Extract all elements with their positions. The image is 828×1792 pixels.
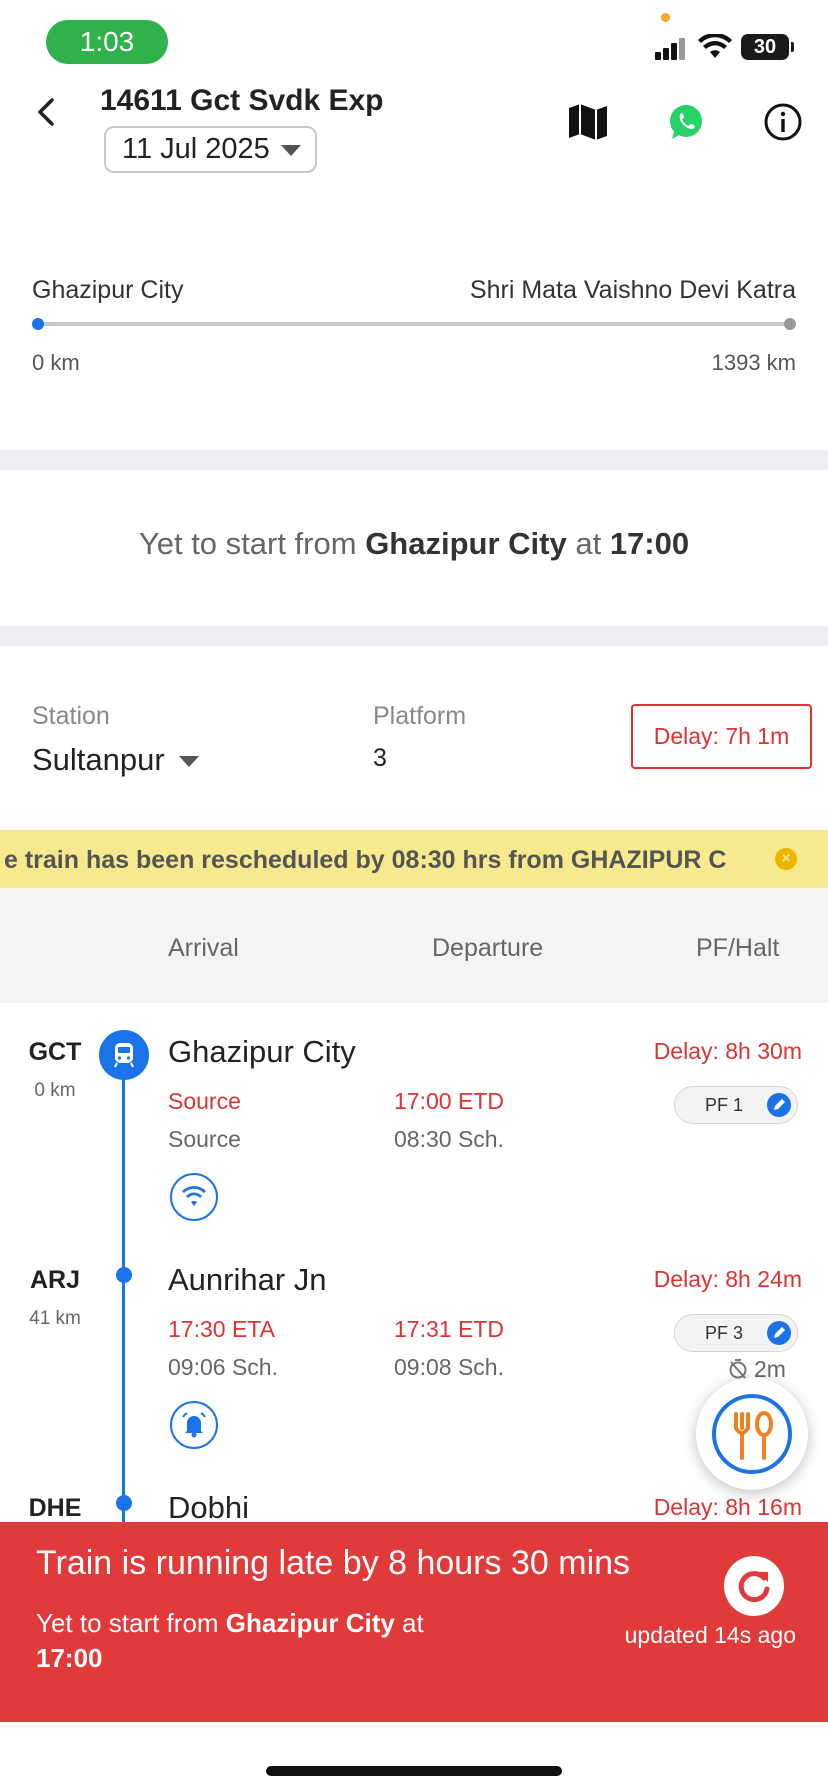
start-message-time: 17:00 xyxy=(609,526,690,561)
wifi-icon xyxy=(698,34,732,58)
route-end-km: 1393 km xyxy=(711,350,796,375)
departure-actual: 17:00 ETD xyxy=(394,1088,504,1114)
subtitle-station: Ghazipur City xyxy=(225,1608,395,1638)
battery-cap xyxy=(791,42,794,52)
arrival-scheduled: Source xyxy=(168,1126,241,1152)
train-title: 14611 Gct Svdk Exp xyxy=(100,84,384,117)
platform-pill[interactable]: PF 3 xyxy=(674,1314,798,1352)
edit-icon[interactable] xyxy=(767,1321,791,1345)
cellular-signal-icon xyxy=(655,36,689,60)
map-icon[interactable] xyxy=(566,102,610,142)
route-start-km: 0 km xyxy=(32,350,80,375)
date-dropdown[interactable]: 11 Jul 2025 xyxy=(104,126,317,173)
timeline-dot xyxy=(116,1267,132,1283)
section-divider xyxy=(0,450,828,470)
refresh-button[interactable] xyxy=(724,1556,784,1616)
subtitle-prefix: Yet to start from xyxy=(36,1608,219,1638)
wifi-icon[interactable] xyxy=(170,1173,218,1221)
route-source: Ghazipur City xyxy=(32,276,184,304)
station-name: Aunrihar Jn xyxy=(168,1262,327,1297)
station-delay: Delay: 8h 16m xyxy=(653,1494,802,1520)
food-order-button[interactable] xyxy=(696,1378,808,1490)
chevron-down-icon xyxy=(281,145,301,156)
privacy-indicator-dot xyxy=(661,13,670,22)
reschedule-banner: e train has been rescheduled by 08:30 hr… xyxy=(0,830,828,888)
platform-value: 3 xyxy=(373,744,387,772)
departure-actual: 17:31 ETD xyxy=(394,1316,504,1342)
station-code: ARJ xyxy=(29,1266,80,1294)
route-start-dot xyxy=(32,318,44,330)
arrival-actual: 17:30 ETA xyxy=(168,1316,275,1342)
subtitle-time: 17:00 xyxy=(36,1643,103,1673)
refresh-icon xyxy=(738,1571,770,1603)
back-arrow-icon[interactable] xyxy=(30,92,62,132)
banner-text: e train has been rescheduled by 08:30 hr… xyxy=(4,846,727,874)
close-icon[interactable]: × xyxy=(775,848,797,870)
start-message-station: Ghazipur City xyxy=(365,526,567,561)
chevron-down-icon xyxy=(178,756,199,768)
station-delay-badge: Delay: 7h 1m xyxy=(631,704,812,769)
route-destination: Shri Mata Vaishno Devi Katra xyxy=(469,276,796,304)
info-icon[interactable] xyxy=(763,102,803,142)
home-indicator xyxy=(266,1766,562,1776)
start-status-message: Yet to start from Ghazipur City at 17:00 xyxy=(0,526,828,562)
station-dropdown[interactable]: Sultanpur xyxy=(32,742,199,778)
station-value: Sultanpur xyxy=(32,742,165,777)
status-bar: 1:03 30 xyxy=(0,0,828,70)
platform-label: Platform xyxy=(373,702,467,730)
departure-scheduled: 08:30 Sch. xyxy=(394,1126,504,1152)
subtitle-mid: at xyxy=(402,1608,424,1638)
station-delay: Delay: 8h 24m xyxy=(653,1266,802,1292)
alarm-bell-icon[interactable] xyxy=(170,1401,218,1449)
station-km: 41 km xyxy=(29,1308,81,1329)
departure-scheduled: 09:08 Sch. xyxy=(394,1354,504,1380)
station-delay: Delay: 8h 30m xyxy=(653,1038,802,1064)
column-arrival: Arrival xyxy=(168,934,239,962)
station-code: DHE xyxy=(28,1494,82,1522)
column-departure: Departure xyxy=(432,934,544,962)
running-status-title: Train is running late by 8 hours 30 mins xyxy=(36,1544,631,1582)
station-code: GCT xyxy=(28,1038,82,1066)
timeline-line xyxy=(122,1070,125,1530)
platform-pill-label: PF 3 xyxy=(705,1323,744,1343)
start-message-mid: at xyxy=(575,526,602,561)
edit-icon[interactable] xyxy=(767,1093,791,1117)
platform-pill-label: PF 1 xyxy=(705,1095,744,1115)
running-status-subtitle: Yet to start from Ghazipur City at 17:00 xyxy=(36,1606,506,1676)
route-end-dot xyxy=(784,318,796,330)
status-time: 1:03 xyxy=(46,20,168,64)
section-divider xyxy=(0,626,828,646)
station-name: Ghazipur City xyxy=(168,1034,356,1069)
station-label: Station xyxy=(32,702,110,730)
platform-pill[interactable]: PF 1 xyxy=(674,1086,798,1124)
running-status-panel: Train is running late by 8 hours 30 mins… xyxy=(0,1522,828,1722)
timer-off-icon xyxy=(729,1359,747,1379)
arrival-scheduled: 09:06 Sch. xyxy=(168,1354,278,1380)
route-progress-track xyxy=(36,322,790,326)
battery-icon: 30 xyxy=(741,34,789,60)
date-value: 11 Jul 2025 xyxy=(122,133,270,165)
station-km: 0 km xyxy=(34,1080,76,1101)
whatsapp-icon[interactable] xyxy=(666,102,706,142)
fork-spoon-icon xyxy=(712,1394,792,1474)
start-message-prefix: Yet to start from xyxy=(138,526,357,561)
arrival-actual: Source xyxy=(168,1088,241,1114)
column-pf-halt: PF/Halt xyxy=(696,934,780,962)
timeline-dot xyxy=(116,1495,132,1511)
last-updated: updated 14s ago xyxy=(624,1622,796,1648)
station-name: Dobhi xyxy=(168,1490,249,1525)
